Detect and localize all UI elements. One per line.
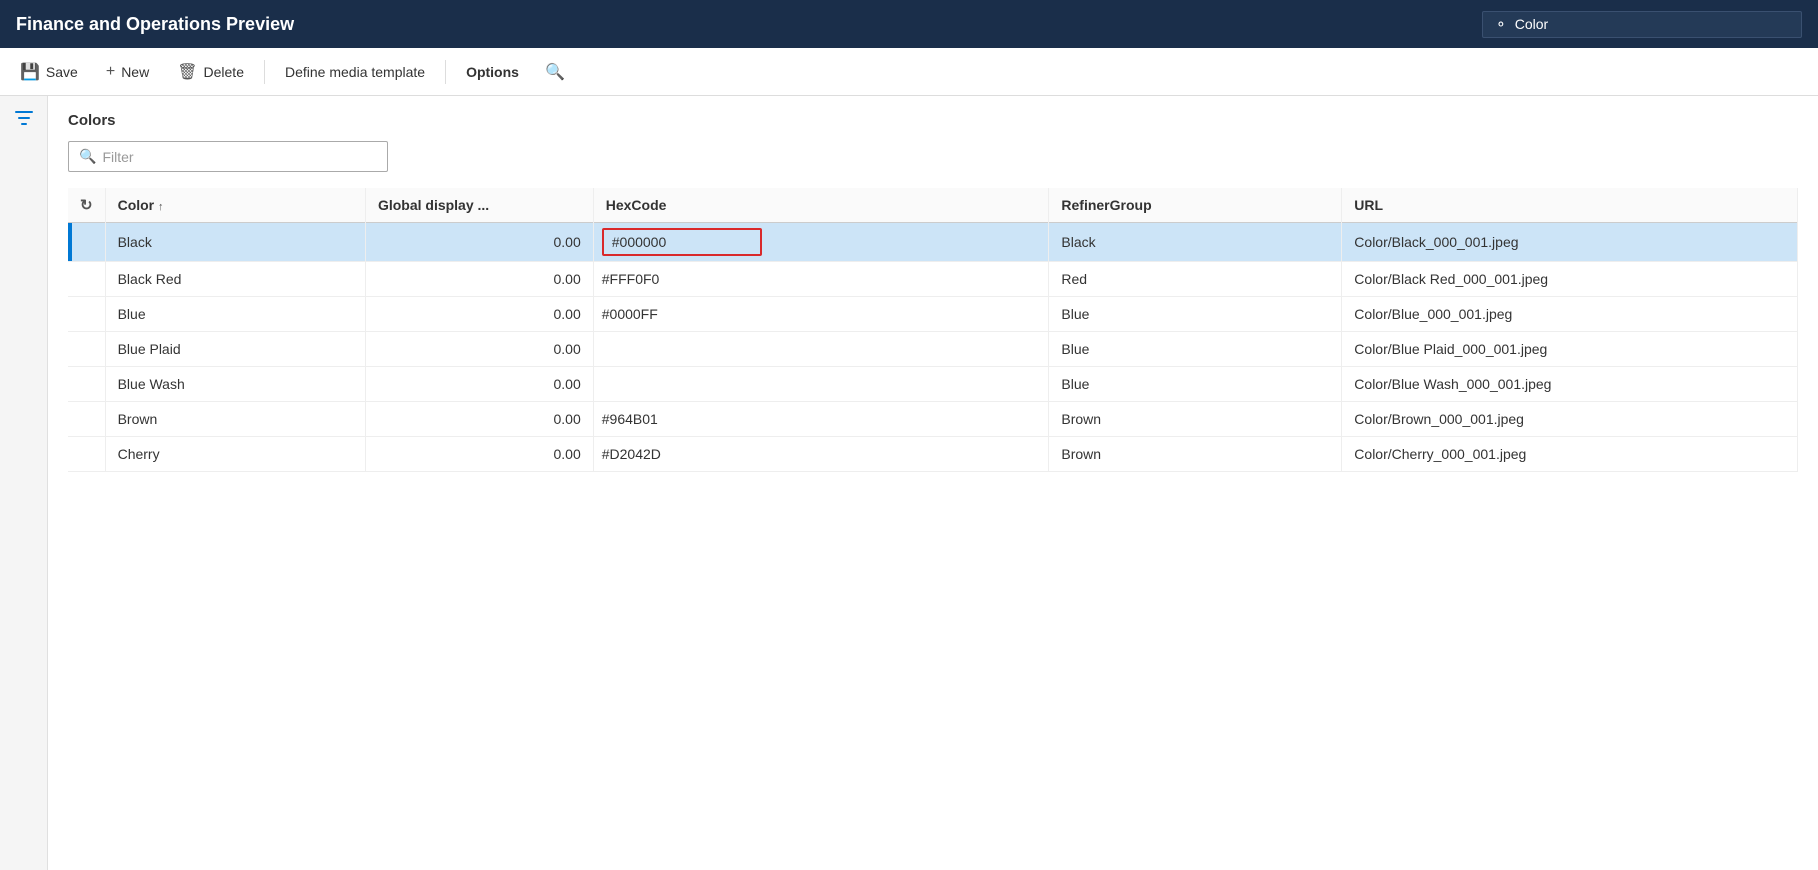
cell-refiner-group: Blue (1049, 367, 1342, 402)
cell-hex-code: #FFF0F0 (593, 262, 1049, 297)
cell-global-display: 0.00 (365, 262, 593, 297)
save-icon: 💾 (20, 62, 40, 82)
cell-global-display: 0.00 (365, 332, 593, 367)
cell-url: Color/Blue_000_001.jpeg (1342, 297, 1798, 332)
cell-refiner-group: Brown (1049, 402, 1342, 437)
main-content: Colors 🔍 ↻ Color ↑ Gl (0, 96, 1818, 870)
cell-hex-code: #D2042D (593, 437, 1049, 472)
cell-hex-code (593, 367, 1049, 402)
filter-input-wrap: 🔍 (68, 141, 388, 172)
filter-search-icon: 🔍 (79, 148, 96, 165)
cell-global-display: 0.00 (365, 223, 593, 262)
cell-hex-code: #964B01 (593, 402, 1049, 437)
cell-global-display: 0.00 (365, 402, 593, 437)
row-indicator-cell (68, 402, 105, 437)
row-indicator-cell (68, 332, 105, 367)
filter-container: 🔍 (68, 141, 1798, 172)
cell-url: Color/Blue Plaid_000_001.jpeg (1342, 332, 1798, 367)
new-label: New (121, 64, 149, 80)
refresh-icon[interactable]: ↻ (80, 197, 93, 214)
cell-refiner-group: Brown (1049, 437, 1342, 472)
cell-hex-code[interactable] (593, 223, 1049, 262)
col-header-color[interactable]: Color ↑ (105, 188, 365, 223)
sort-icon: ↑ (158, 201, 164, 213)
col-color-label: Color (118, 197, 155, 213)
col-header-refresh[interactable]: ↻ (68, 188, 105, 223)
cell-refiner-group: Blue (1049, 332, 1342, 367)
cell-url: Color/Cherry_000_001.jpeg (1342, 437, 1798, 472)
row-indicator-cell (68, 367, 105, 402)
selection-bar (68, 223, 72, 261)
global-search-input[interactable] (1515, 16, 1789, 32)
top-bar: Finance and Operations Preview ⚬ (0, 0, 1818, 48)
hex-code-input[interactable] (612, 234, 752, 250)
filter-icon[interactable] (14, 108, 34, 133)
cell-color: Brown (105, 402, 365, 437)
table-header-row: ↻ Color ↑ Global display ... HexCode Ref… (68, 188, 1798, 223)
cell-refiner-group: Blue (1049, 297, 1342, 332)
data-table: ↻ Color ↑ Global display ... HexCode Ref… (68, 188, 1798, 472)
col-header-hex: HexCode (593, 188, 1049, 223)
cell-color: Blue (105, 297, 365, 332)
new-icon: + (106, 63, 115, 81)
save-label: Save (46, 64, 78, 80)
options-button[interactable]: Options (454, 58, 531, 86)
cell-color: Blue Wash (105, 367, 365, 402)
cell-color: Cherry (105, 437, 365, 472)
row-indicator-cell (68, 223, 105, 262)
cell-refiner-group: Black (1049, 223, 1342, 262)
cell-color: Black Red (105, 262, 365, 297)
filter-input[interactable] (102, 149, 377, 165)
cell-global-display: 0.00 (365, 437, 593, 472)
cell-global-display: 0.00 (365, 367, 593, 402)
toolbar-search-icon[interactable]: 🔍 (535, 56, 575, 88)
sidebar-strip (0, 96, 48, 870)
col-header-url: URL (1342, 188, 1798, 223)
col-header-global: Global display ... (365, 188, 593, 223)
table-row[interactable]: Blue Wash0.00 BlueColor/Blue Wash_000_001… (68, 367, 1798, 402)
save-button[interactable]: 💾 Save (8, 56, 90, 88)
table-row[interactable]: Blue0.00#0000FFBlueColor/Blue_000_001.jp… (68, 297, 1798, 332)
cell-hex-code (593, 332, 1049, 367)
cell-hex-code: #0000FF (593, 297, 1049, 332)
delete-button[interactable]: 🗑 Delete (165, 56, 256, 88)
table-row[interactable]: Brown0.00#964B01BrownColor/Brown_000_001… (68, 402, 1798, 437)
cell-url: Color/Black_000_001.jpeg (1342, 223, 1798, 262)
app-title: Finance and Operations Preview (16, 14, 294, 35)
table-row[interactable]: Black0.00BlackColor/Black_000_001.jpeg (68, 223, 1798, 262)
cell-color: Blue Plaid (105, 332, 365, 367)
table-row[interactable]: Black Red0.00#FFF0F0RedColor/Black Red_0… (68, 262, 1798, 297)
cell-color: Black (105, 223, 365, 262)
delete-label: Delete (204, 64, 244, 80)
global-search[interactable]: ⚬ (1482, 11, 1802, 38)
cell-refiner-group: Red (1049, 262, 1342, 297)
define-media-button[interactable]: Define media template (273, 58, 437, 86)
separator (264, 60, 265, 84)
options-label: Options (466, 64, 519, 80)
separator2 (445, 60, 446, 84)
search-icon: ⚬ (1495, 16, 1507, 33)
delete-icon: 🗑 (177, 62, 197, 82)
define-media-label: Define media template (285, 64, 425, 80)
col-header-refiner: RefinerGroup (1049, 188, 1342, 223)
table-row[interactable]: Cherry0.00#D2042DBrownColor/Cherry_000_0… (68, 437, 1798, 472)
content-area: Colors 🔍 ↻ Color ↑ Gl (48, 96, 1818, 870)
row-indicator-cell (68, 262, 105, 297)
new-button[interactable]: + New (94, 57, 161, 87)
table-row[interactable]: Blue Plaid0.00 BlueColor/Blue Plaid_000_0… (68, 332, 1798, 367)
section-title: Colors (68, 112, 1798, 129)
row-indicator-cell (68, 297, 105, 332)
cell-url: Color/Blue Wash_000_001.jpeg (1342, 367, 1798, 402)
hex-active-input-wrap (602, 228, 762, 256)
toolbar: 💾 Save + New 🗑 Delete Define media templ… (0, 48, 1818, 96)
cell-url: Color/Black Red_000_001.jpeg (1342, 262, 1798, 297)
table-body: Black0.00BlackColor/Black_000_001.jpegBl… (68, 223, 1798, 472)
row-indicator-cell (68, 437, 105, 472)
cell-global-display: 0.00 (365, 297, 593, 332)
cell-url: Color/Brown_000_001.jpeg (1342, 402, 1798, 437)
